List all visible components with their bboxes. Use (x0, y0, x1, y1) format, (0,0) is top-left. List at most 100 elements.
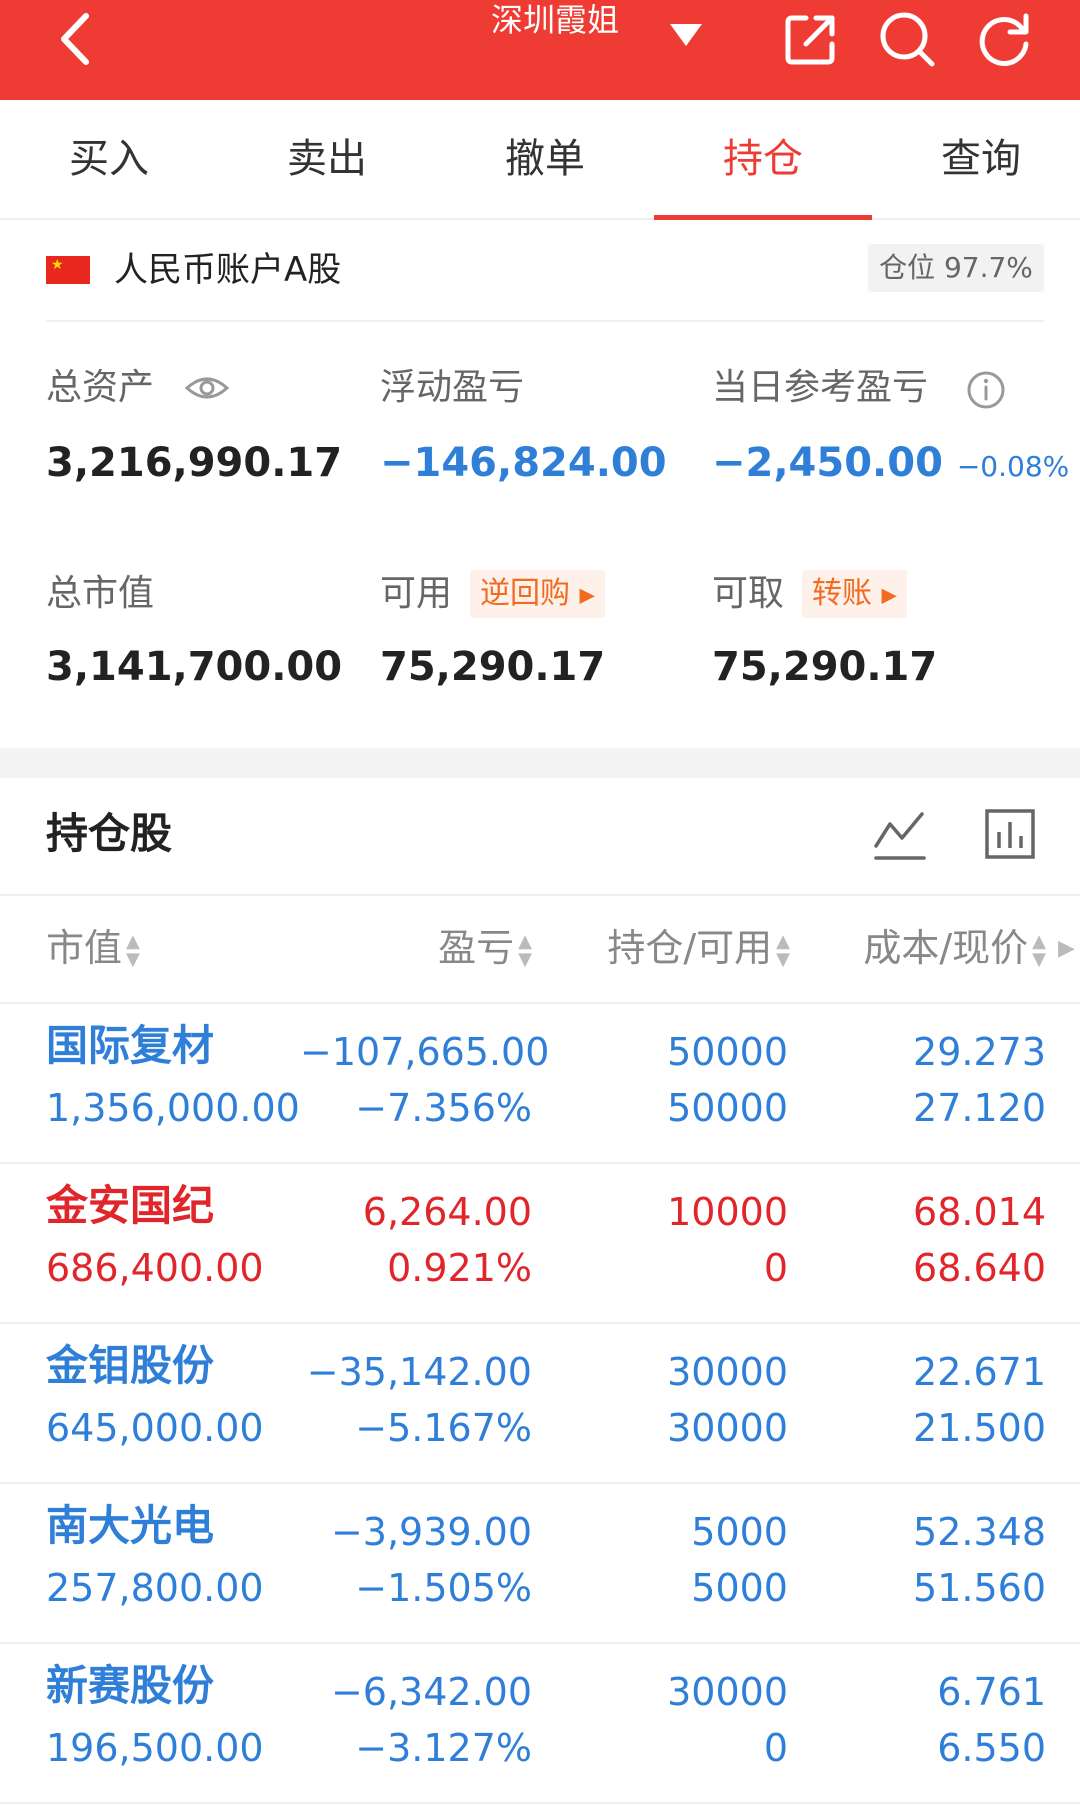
stock-pl: −3,939.00 (330, 1510, 532, 1554)
stock-price: 27.120 (913, 1086, 1046, 1130)
withdrawable-label: 可取 (712, 573, 785, 614)
stock-market-value: 686,400.00 (46, 1246, 264, 1290)
share-button[interactable] (778, 6, 844, 72)
available-label: 可用 (380, 573, 453, 614)
col-header-pl[interactable]: 盈亏 ▲ ▼ (380, 920, 532, 976)
col-label: 成本/现价 (863, 926, 1029, 970)
stock-pl-percent: −7.356% (355, 1086, 532, 1130)
withdrawable-value: 75,290.17 (712, 644, 938, 690)
eye-icon (184, 377, 230, 399)
stock-pl: −35,142.00 (306, 1350, 532, 1394)
sort-icon: ▲ ▼ (1032, 930, 1046, 970)
scroll-right-icon[interactable]: ▶ (1058, 936, 1075, 961)
trade-tabs: 买入 卖出 撤单 持仓 查询 (0, 100, 1080, 220)
chevron-left-icon (61, 13, 89, 65)
market-value-label: 总市值 (46, 573, 155, 614)
daily-pl-info[interactable] (966, 370, 1006, 414)
stock-market-value: 257,800.00 (46, 1566, 264, 1610)
account-name: 人民币账户A股 (114, 250, 342, 290)
reverse-repo-button[interactable]: 逆回购 ▶ (470, 570, 605, 618)
daily-pl-label: 当日参考盈亏 (712, 367, 929, 408)
visibility-toggle[interactable] (184, 372, 230, 408)
sort-icon: ▲ ▼ (518, 930, 532, 970)
stock-pl: −6,342.00 (330, 1670, 532, 1714)
stock-name: 南大光电 (46, 1501, 215, 1550)
stock-position: 10000 (667, 1190, 788, 1234)
stock-price: 51.560 (913, 1566, 1046, 1610)
bar-chart-icon (985, 809, 1035, 859)
stock-pl: −107,665.00 (300, 1030, 550, 1074)
holding-row[interactable]: 国际复材 1,356,000.00 −107,665.00 −7.356% 50000 5… (0, 1004, 1080, 1164)
account-row: ★ 人民币账户A股 仓位 97.7% (46, 220, 1044, 322)
stock-position: 50000 (667, 1030, 788, 1074)
stock-name: 金安国纪 (46, 1181, 215, 1230)
tab-holdings[interactable]: 持仓 (654, 100, 872, 220)
stock-market-value: 1,356,000.00 (46, 1086, 300, 1130)
holdings-screen: 深圳霞姐 买入 卖出 撤单 持仓 查询 ★ 人民币账户A股 仓位 97.7% 总… (0, 0, 1080, 1807)
holdings-title: 持仓股 (46, 809, 173, 858)
col-header-market-value[interactable]: 市值 ▲ ▼ (46, 920, 140, 976)
triangle-right-icon: ▶ (881, 582, 897, 607)
holding-row[interactable]: 南大光电 257,800.00 −3,939.00 −1.505% 5000 5000 52… (0, 1484, 1080, 1644)
stock-position: 30000 (667, 1670, 788, 1714)
triangle-right-icon: ▶ (579, 582, 595, 607)
triangle-down-icon (670, 24, 702, 46)
tab-query[interactable]: 查询 (872, 100, 1080, 218)
daily-pl-amount: −2,450.00 (712, 440, 943, 486)
holding-row[interactable]: 金安国纪 686,400.00 6,264.00 0.921% 10000 0 68.014… (0, 1164, 1080, 1324)
stock-position: 30000 (667, 1350, 788, 1394)
stock-cost: 29.273 (913, 1030, 1046, 1074)
stock-name: 金钼股份 (46, 1341, 215, 1390)
tab-buy[interactable]: 买入 (0, 100, 218, 218)
stock-pl-percent: −3.127% (355, 1726, 532, 1770)
stock-available: 0 (763, 1246, 788, 1290)
stock-name: 国际复材 (46, 1021, 215, 1070)
account-title[interactable]: 深圳霞姐 (430, 0, 680, 44)
holding-row[interactable]: 新赛股份 196,500.00 −6,342.00 −3.127% 30000 0 6.76… (0, 1644, 1080, 1804)
col-header-position[interactable]: 持仓/可用 ▲ ▼ (560, 920, 790, 976)
stock-available: 0 (763, 1726, 788, 1770)
holding-row[interactable]: 金钼股份 645,000.00 −35,142.00 −5.167% 30000 3000… (0, 1324, 1080, 1484)
stock-available: 30000 (667, 1406, 788, 1450)
stock-name: 新赛股份 (46, 1661, 215, 1710)
bar-chart-button[interactable] (984, 808, 1036, 864)
floating-pl-label: 浮动盈亏 (380, 367, 525, 408)
section-gap (0, 748, 1080, 778)
back-button[interactable] (52, 8, 112, 70)
stock-pl-percent: −1.505% (355, 1566, 532, 1610)
top-bar: 深圳霞姐 (0, 0, 1080, 100)
stock-available: 5000 (691, 1566, 788, 1610)
stock-price: 68.640 (913, 1246, 1046, 1290)
col-label: 持仓/可用 (607, 926, 773, 970)
stock-pl-percent: −5.167% (355, 1406, 532, 1450)
col-label: 盈亏 (438, 926, 515, 970)
stock-pl-percent: 0.921% (387, 1246, 532, 1290)
china-flag-icon: ★ (46, 256, 90, 284)
stock-market-value: 196,500.00 (46, 1726, 264, 1770)
stock-cost: 52.348 (913, 1510, 1046, 1554)
line-chart-icon (874, 812, 926, 860)
account-dropdown[interactable] (666, 20, 706, 50)
tab-sell[interactable]: 卖出 (218, 100, 436, 218)
stock-cost: 22.671 (913, 1350, 1046, 1394)
col-header-cost-price[interactable]: 成本/现价 ▲ ▼ (820, 920, 1046, 976)
search-icon (880, 12, 935, 67)
daily-pl-percent: −0.08% (956, 450, 1070, 483)
stock-cost: 68.014 (913, 1190, 1046, 1234)
refresh-button[interactable] (972, 6, 1038, 72)
sort-icon: ▲ ▼ (126, 930, 140, 970)
tab-cancel-order[interactable]: 撤单 (436, 100, 654, 218)
stock-available: 50000 (667, 1086, 788, 1130)
stock-price: 6.550 (937, 1726, 1046, 1770)
refresh-icon (979, 13, 1029, 66)
floating-pl-value: −146,824.00 (380, 440, 667, 486)
search-button[interactable] (874, 6, 940, 72)
trend-chart-button[interactable] (872, 806, 928, 866)
position-ratio-badge: 仓位 97.7% (868, 244, 1044, 292)
total-assets-label: 总资产 (46, 367, 155, 408)
sort-icon: ▲ ▼ (776, 930, 790, 970)
transfer-button[interactable]: 转账 ▶ (802, 570, 907, 618)
daily-pl-value: −2,450.00 −0.08% (712, 438, 1069, 492)
stock-cost: 6.761 (937, 1670, 1046, 1714)
market-value-value: 3,141,700.00 (46, 644, 343, 690)
